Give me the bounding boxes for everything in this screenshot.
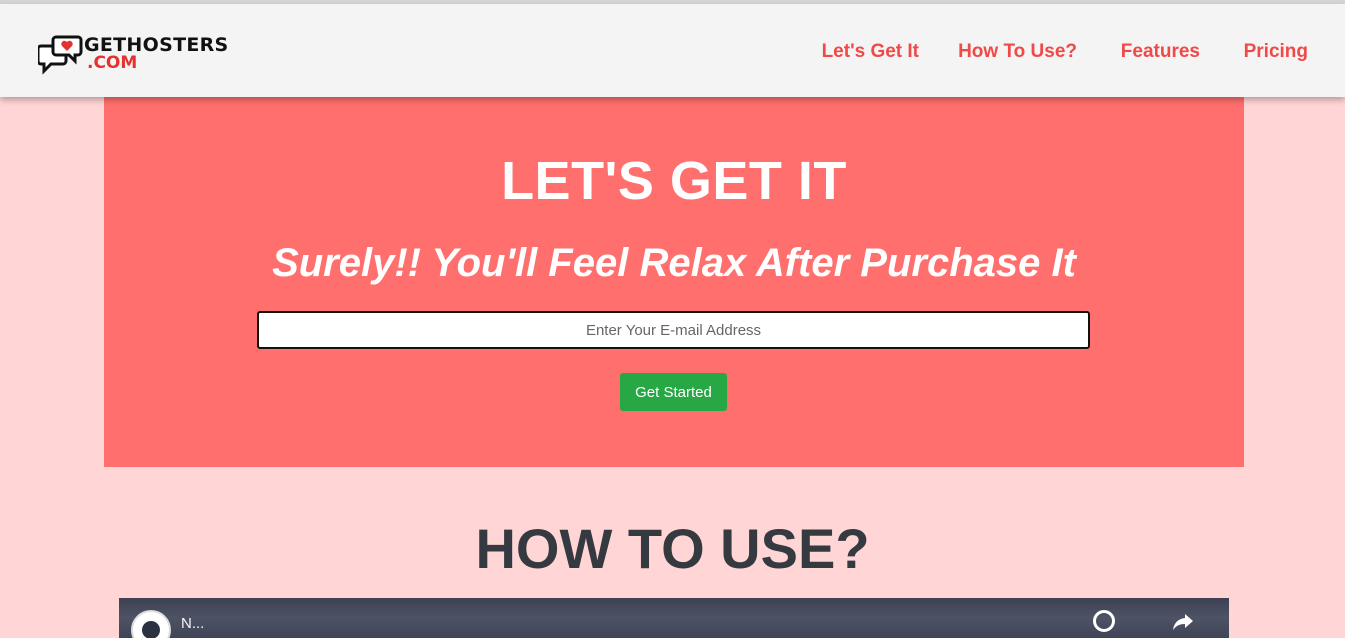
nav-link-pricing[interactable]: Pricing [1244, 38, 1308, 66]
site-logo[interactable]: GETHOSTERS .COM [38, 32, 228, 80]
watch-later-icon[interactable] [1093, 610, 1115, 632]
chat-bubbles-heart-icon [38, 35, 83, 75]
navbar: GETHOSTERS .COM Let's Get It How To Use?… [0, 4, 1345, 97]
nav-link-features[interactable]: Features [1121, 38, 1200, 66]
email-input[interactable] [257, 311, 1090, 349]
channel-avatar[interactable] [131, 610, 171, 638]
hero-subtitle: Surely!! You'll Feel Relax After Purchas… [272, 241, 1076, 285]
get-started-button[interactable]: Get Started [620, 373, 727, 411]
video-title[interactable]: N... [181, 615, 204, 632]
video-player[interactable]: N... [119, 598, 1229, 638]
how-to-use-title: HOW TO USE? [475, 517, 870, 580]
hero-title: LET'S GET IT [501, 151, 847, 211]
nav-link-how-to-use[interactable]: How To Use? [958, 38, 1077, 66]
nav-link-lets-get-it[interactable]: Let's Get It [822, 38, 919, 66]
logo-text-primary: GETHOSTERS [84, 34, 229, 56]
share-icon[interactable] [1171, 610, 1195, 634]
logo-text-domain: .COM [87, 53, 138, 73]
hero-section: LET'S GET IT Surely!! You'll Feel Relax … [104, 97, 1244, 467]
